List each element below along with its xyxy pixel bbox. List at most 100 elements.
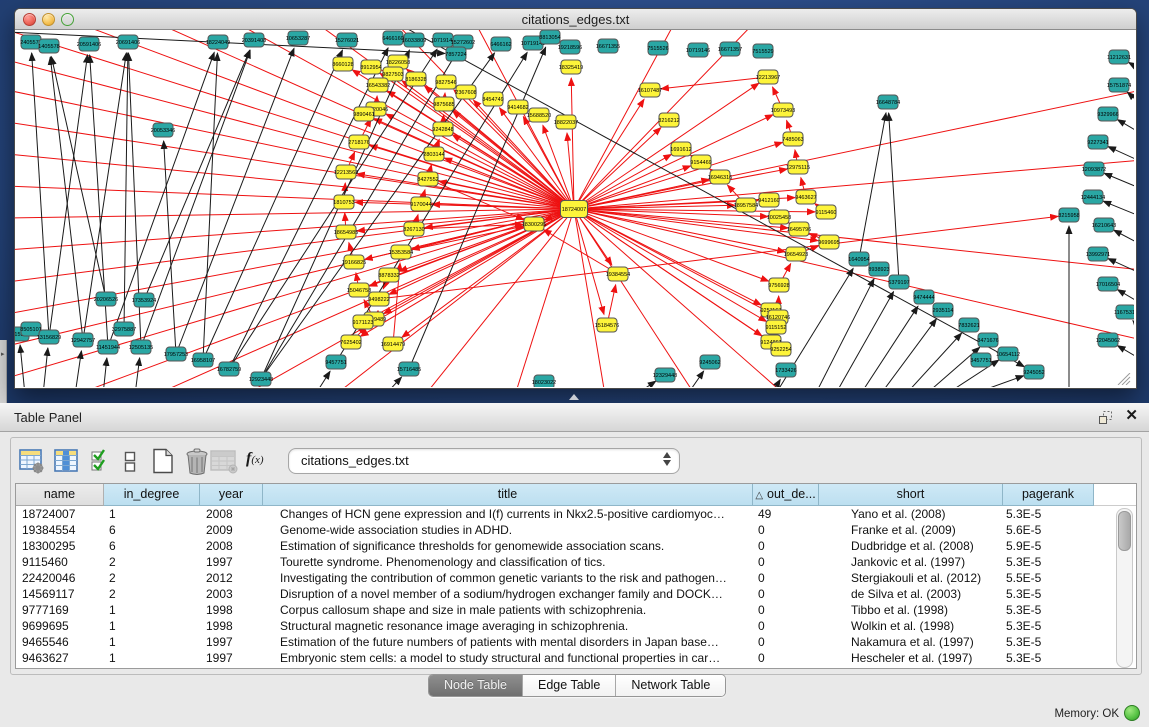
graph-node[interactable]: 9170044 bbox=[410, 197, 431, 211]
table-row[interactable]: 2242004622012Investigating the contribut… bbox=[16, 570, 1136, 586]
graph-node[interactable]: 9154469 bbox=[690, 155, 711, 169]
graph-node[interactable]: 11675318 bbox=[1114, 305, 1134, 319]
column-header-out_de[interactable]: △out_de... bbox=[753, 484, 819, 506]
tab-node-table[interactable]: Node Table bbox=[429, 675, 523, 696]
graph-node[interactable]: 9699695 bbox=[818, 235, 839, 249]
graph-node[interactable]: 9875685 bbox=[433, 97, 454, 111]
graph-node[interactable]: 8186328 bbox=[405, 72, 426, 86]
graph-node[interactable]: 1691612 bbox=[670, 142, 691, 156]
memory-status-led-icon[interactable] bbox=[1124, 705, 1140, 721]
graph-node[interactable]: 2367608 bbox=[455, 85, 476, 99]
table-row[interactable]: 977716911998Corpus callosum shape and si… bbox=[16, 602, 1136, 618]
graph-node[interactable]: 7485063 bbox=[782, 132, 803, 146]
graph-node[interactable]: 18724007 bbox=[561, 201, 588, 218]
float-panel-icon[interactable] bbox=[1098, 410, 1113, 425]
graph-node[interactable]: 9329966 bbox=[1097, 107, 1118, 121]
graph-node[interactable]: 8660128 bbox=[332, 57, 353, 71]
graph-node[interactable]: 12444134 bbox=[1081, 190, 1105, 204]
graph-node[interactable]: 12213563 bbox=[334, 165, 358, 179]
column-header-name[interactable]: name bbox=[16, 484, 104, 506]
network-window-titlebar[interactable]: citations_edges.txt bbox=[15, 9, 1136, 30]
citation-network-graph[interactable]: 2405572140557820591406206914061822404920… bbox=[15, 30, 1134, 387]
graph-node[interactable]: 12045062 bbox=[1096, 333, 1120, 347]
graph-node[interactable]: 16671355 bbox=[596, 39, 620, 53]
graph-node[interactable]: 16648784 bbox=[876, 95, 900, 109]
table-settings-icon[interactable] bbox=[19, 448, 45, 474]
graph-node[interactable]: 1405578 bbox=[38, 39, 59, 53]
table-row[interactable]: 1872400712008Changes of HCN gene express… bbox=[16, 506, 1136, 522]
graph-node[interactable]: 12942757 bbox=[71, 333, 95, 347]
graph-node[interactable]: 32975887 bbox=[112, 322, 136, 336]
graph-node[interactable]: 8471676 bbox=[977, 333, 998, 347]
graph-node[interactable]: 20206526 bbox=[94, 292, 118, 306]
graph-node[interactable]: 16946316 bbox=[708, 170, 732, 184]
table-panel-titlebar[interactable]: Table Panel ✕ bbox=[0, 403, 1149, 432]
table-row[interactable]: 1456911722003Disruption of a novel membe… bbox=[16, 586, 1136, 602]
graph-node[interactable]: 16958107 bbox=[191, 353, 215, 367]
graph-node[interactable]: 19218596 bbox=[558, 40, 582, 54]
graph-node[interactable]: 11212631 bbox=[1107, 50, 1131, 64]
window-resize-grip[interactable] bbox=[1116, 373, 1132, 385]
graph-node[interactable]: 9463627 bbox=[795, 190, 816, 204]
graph-node[interactable]: 12093872 bbox=[1082, 162, 1106, 176]
graph-node[interactable]: 6466162 bbox=[490, 37, 511, 51]
graph-node[interactable]: 8912954 bbox=[360, 60, 381, 74]
graph-node[interactable]: 20591406 bbox=[77, 37, 101, 51]
tab-network-table[interactable]: Network Table bbox=[616, 675, 725, 696]
graph-node[interactable]: 12329448 bbox=[653, 368, 677, 382]
graph-node[interactable]: 9252254 bbox=[770, 342, 791, 356]
graph-node[interactable]: 18224049 bbox=[206, 35, 230, 49]
collapsed-panel-edge[interactable]: ▸ bbox=[0, 340, 7, 403]
graph-node[interactable]: 19384554 bbox=[606, 267, 630, 281]
column-header-year[interactable]: year bbox=[200, 484, 263, 506]
table-row[interactable]: 1938455462009Genome-wide association stu… bbox=[16, 522, 1136, 538]
graph-node[interactable]: 16495796 bbox=[787, 222, 811, 236]
function-builder-icon[interactable]: f(x) bbox=[246, 450, 264, 468]
graph-node[interactable]: 10653287 bbox=[286, 31, 310, 45]
graph-node[interactable]: 7515526 bbox=[647, 41, 668, 55]
graph-node[interactable]: 10654112 bbox=[996, 347, 1020, 361]
graph-node[interactable]: 7625402 bbox=[340, 335, 361, 349]
select-all-functions-icon[interactable] bbox=[90, 448, 112, 474]
graph-node[interactable]: 8505101 bbox=[20, 322, 41, 336]
graph-node[interactable]: 8267130 bbox=[403, 222, 424, 236]
column-header-short[interactable]: short bbox=[819, 484, 1003, 506]
graph-node[interactable]: 1640954 bbox=[848, 252, 869, 266]
table-row[interactable]: 1830029562008Estimation of significance … bbox=[16, 538, 1136, 554]
graph-node[interactable]: 3457751 bbox=[970, 353, 991, 367]
table-row[interactable]: 911546021997Tourette syndrome. Phenomeno… bbox=[16, 554, 1136, 570]
graph-node[interactable]: 1733426 bbox=[775, 363, 796, 377]
graph-node[interactable]: 2935114 bbox=[932, 303, 953, 317]
delete-table-icon[interactable] bbox=[183, 448, 211, 475]
graph-node[interactable]: 9498222 bbox=[368, 292, 389, 306]
graph-node[interactable]: 16210643 bbox=[1092, 218, 1116, 232]
graph-node[interactable]: 8215958 bbox=[1058, 208, 1079, 222]
new-table-icon[interactable] bbox=[150, 448, 176, 474]
graph-node[interactable]: 1810753 bbox=[333, 195, 354, 209]
graph-node[interactable]: 9756928 bbox=[768, 278, 789, 292]
graph-node[interactable]: 20391408 bbox=[242, 33, 266, 47]
graph-node[interactable]: 15184576 bbox=[595, 318, 619, 332]
table-selector-dropdown[interactable]: citations_edges.txt bbox=[288, 448, 680, 474]
graph-node[interactable]: 8427552 bbox=[417, 172, 438, 186]
graph-node[interactable]: 11451944 bbox=[96, 340, 120, 354]
graph-node[interactable]: 18957584 bbox=[734, 198, 758, 212]
graph-node[interactable]: 9414682 bbox=[507, 100, 528, 114]
graph-node[interactable]: 10719146 bbox=[686, 43, 710, 57]
graph-node[interactable]: 17016504 bbox=[1096, 277, 1120, 291]
graph-node[interactable]: 19654923 bbox=[784, 247, 808, 261]
graph-node[interactable]: 20053346 bbox=[151, 123, 175, 137]
graph-node[interactable]: 16782759 bbox=[217, 362, 241, 376]
tab-edge-table[interactable]: Edge Table bbox=[523, 675, 616, 696]
graph-node[interactable]: 15716485 bbox=[397, 362, 421, 376]
graph-node[interactable]: 15751874 bbox=[1107, 78, 1131, 92]
graph-node[interactable]: 10025458 bbox=[767, 210, 791, 224]
graph-node[interactable]: 9245062 bbox=[699, 355, 720, 369]
graph-node[interactable]: 17353924 bbox=[132, 293, 156, 307]
table-row[interactable]: 946554611997Estimation of the future num… bbox=[16, 634, 1136, 650]
graph-node[interactable]: 16033809 bbox=[402, 33, 426, 47]
graph-node[interactable]: 16107487 bbox=[638, 83, 662, 97]
graph-node[interactable]: 9412160 bbox=[758, 193, 779, 207]
graph-node[interactable]: 18822037 bbox=[554, 115, 578, 129]
split-pane-handle[interactable] bbox=[569, 394, 579, 400]
